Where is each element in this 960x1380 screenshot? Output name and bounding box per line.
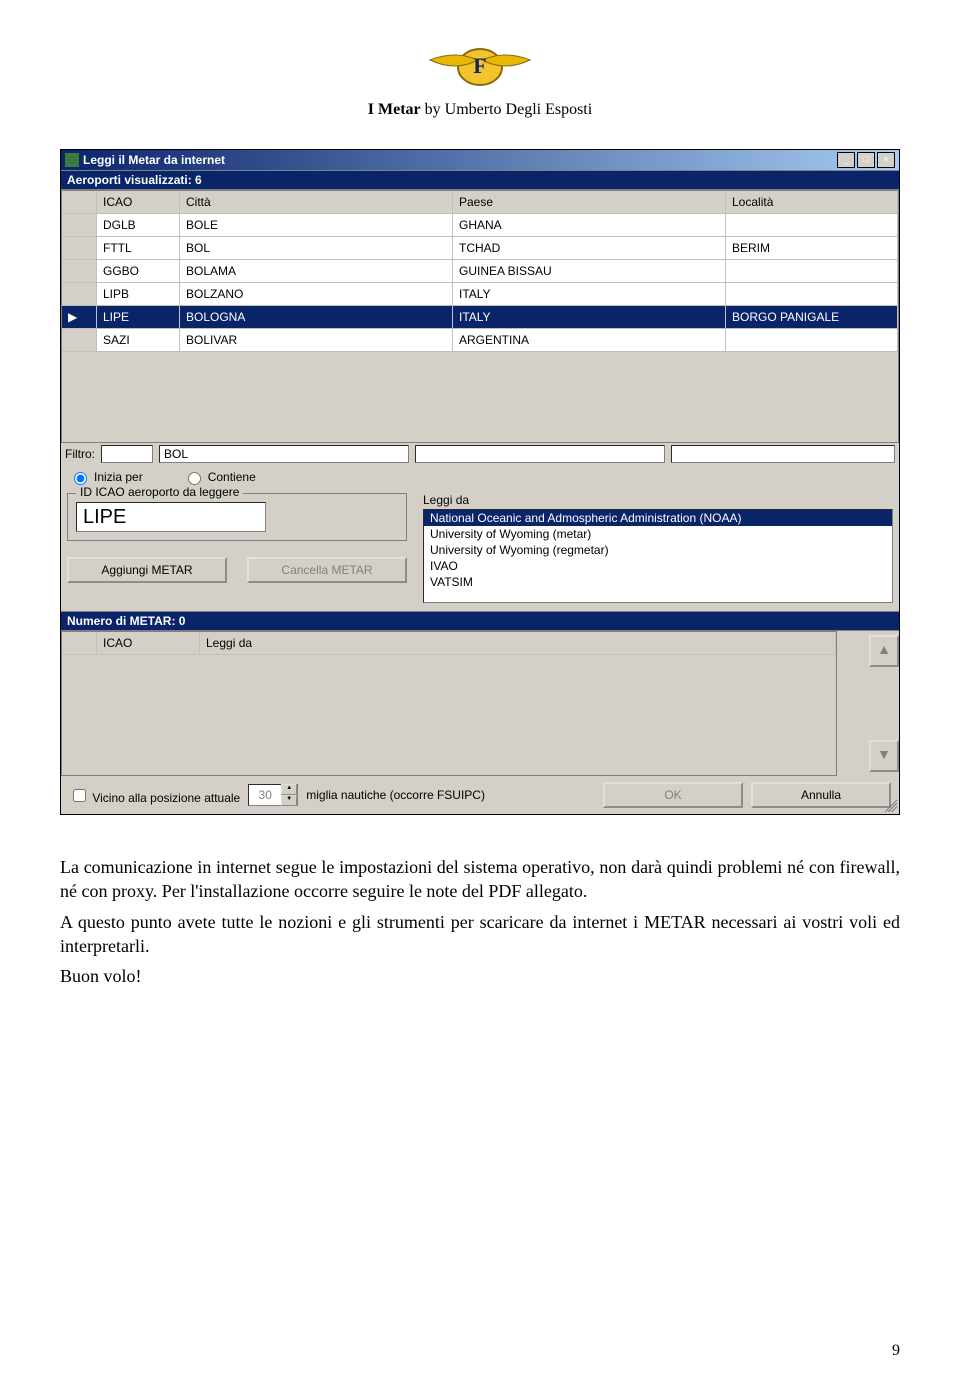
- page-title: I Metar by Umberto Degli Esposti: [60, 101, 900, 119]
- radio-inizia[interactable]: Inizia per: [69, 469, 143, 485]
- near-position-checkbox[interactable]: Vicino alla posizione attuale: [69, 786, 240, 805]
- filter-icao-input[interactable]: [101, 445, 153, 463]
- radio-contiene[interactable]: Contiene: [183, 469, 256, 485]
- add-metar-button[interactable]: Aggiungi METAR: [67, 557, 227, 583]
- filter-localita-input[interactable]: [671, 445, 895, 463]
- col-city[interactable]: Città: [180, 191, 453, 214]
- list-item[interactable]: IVAO: [424, 558, 892, 574]
- id-icao-legend: ID ICAO aeroporto da leggere: [76, 485, 243, 499]
- cancel-button[interactable]: Annulla: [751, 782, 891, 808]
- id-icao-fieldset: ID ICAO aeroporto da leggere: [67, 493, 407, 541]
- table-row[interactable]: FTTLBOLTCHADBERIM: [62, 237, 898, 260]
- miles-label: miglia nautiche (occorre FSUIPC): [306, 788, 485, 802]
- airports-grid[interactable]: ICAO Città Paese Località DGLBBOLEGHANAF…: [61, 190, 899, 443]
- paragraph-3: Buon volo!: [60, 964, 900, 988]
- leggi-da-label: Leggi da: [423, 493, 893, 507]
- table-row[interactable]: SAZIBOLIVARARGENTINA: [62, 329, 898, 352]
- metar-count-header: Numero di METAR: 0: [61, 611, 899, 631]
- filter-label: Filtro:: [65, 447, 95, 461]
- table-row[interactable]: DGLBBOLEGHANA: [62, 214, 898, 237]
- col2-leggi[interactable]: Leggi da: [200, 632, 836, 655]
- resize-grip-icon[interactable]: [881, 796, 897, 812]
- col-localita[interactable]: Località: [726, 191, 898, 214]
- maximize-button[interactable]: □: [857, 152, 875, 168]
- id-icao-input[interactable]: [76, 502, 266, 532]
- delete-metar-button[interactable]: Cancella METAR: [247, 557, 407, 583]
- app-icon: [65, 153, 79, 167]
- move-up-button[interactable]: ▲: [869, 635, 899, 667]
- list-item[interactable]: VATSIM: [424, 574, 892, 590]
- list-item[interactable]: University of Wyoming (regmetar): [424, 542, 892, 558]
- airports-header: Aeroporti visualizzati: 6: [61, 170, 899, 190]
- table-row[interactable]: LIPBBOLZANOITALY: [62, 283, 898, 306]
- list-item[interactable]: National Oceanic and Admospheric Adminis…: [424, 510, 892, 526]
- minimize-button[interactable]: _: [837, 152, 855, 168]
- nautical-miles-spinner[interactable]: ▲▼: [248, 784, 298, 806]
- paragraph-2: A questo punto avete tutte le nozioni e …: [60, 910, 900, 959]
- window-metar-reader: Leggi il Metar da internet _ □ × Aeropor…: [60, 149, 900, 815]
- move-down-button[interactable]: ▼: [869, 740, 899, 772]
- page-number: 9: [892, 1342, 900, 1360]
- titlebar[interactable]: Leggi il Metar da internet _ □ ×: [61, 150, 899, 170]
- col-paese[interactable]: Paese: [453, 191, 726, 214]
- filter-city-input[interactable]: [159, 445, 409, 463]
- ok-button[interactable]: OK: [603, 782, 743, 808]
- col-icao[interactable]: ICAO: [97, 191, 180, 214]
- paragraph-1: La comunicazione in internet segue le im…: [60, 855, 900, 904]
- filter-paese-input[interactable]: [415, 445, 665, 463]
- svg-text:F: F: [473, 53, 486, 78]
- logo: F: [60, 32, 900, 97]
- close-button[interactable]: ×: [877, 152, 895, 168]
- leggi-da-listbox[interactable]: National Oceanic and Admospheric Adminis…: [423, 509, 893, 603]
- list-item[interactable]: University of Wyoming (metar): [424, 526, 892, 542]
- window-title: Leggi il Metar da internet: [83, 153, 837, 167]
- table-row[interactable]: ▶LIPEBOLOGNAITALYBORGO PANIGALE: [62, 306, 898, 329]
- table-row[interactable]: GGBOBOLAMAGUINEA BISSAU: [62, 260, 898, 283]
- filter-row: Filtro:: [61, 443, 899, 465]
- col2-icao[interactable]: ICAO: [97, 632, 200, 655]
- metar-grid[interactable]: ICAO Leggi da: [61, 631, 837, 776]
